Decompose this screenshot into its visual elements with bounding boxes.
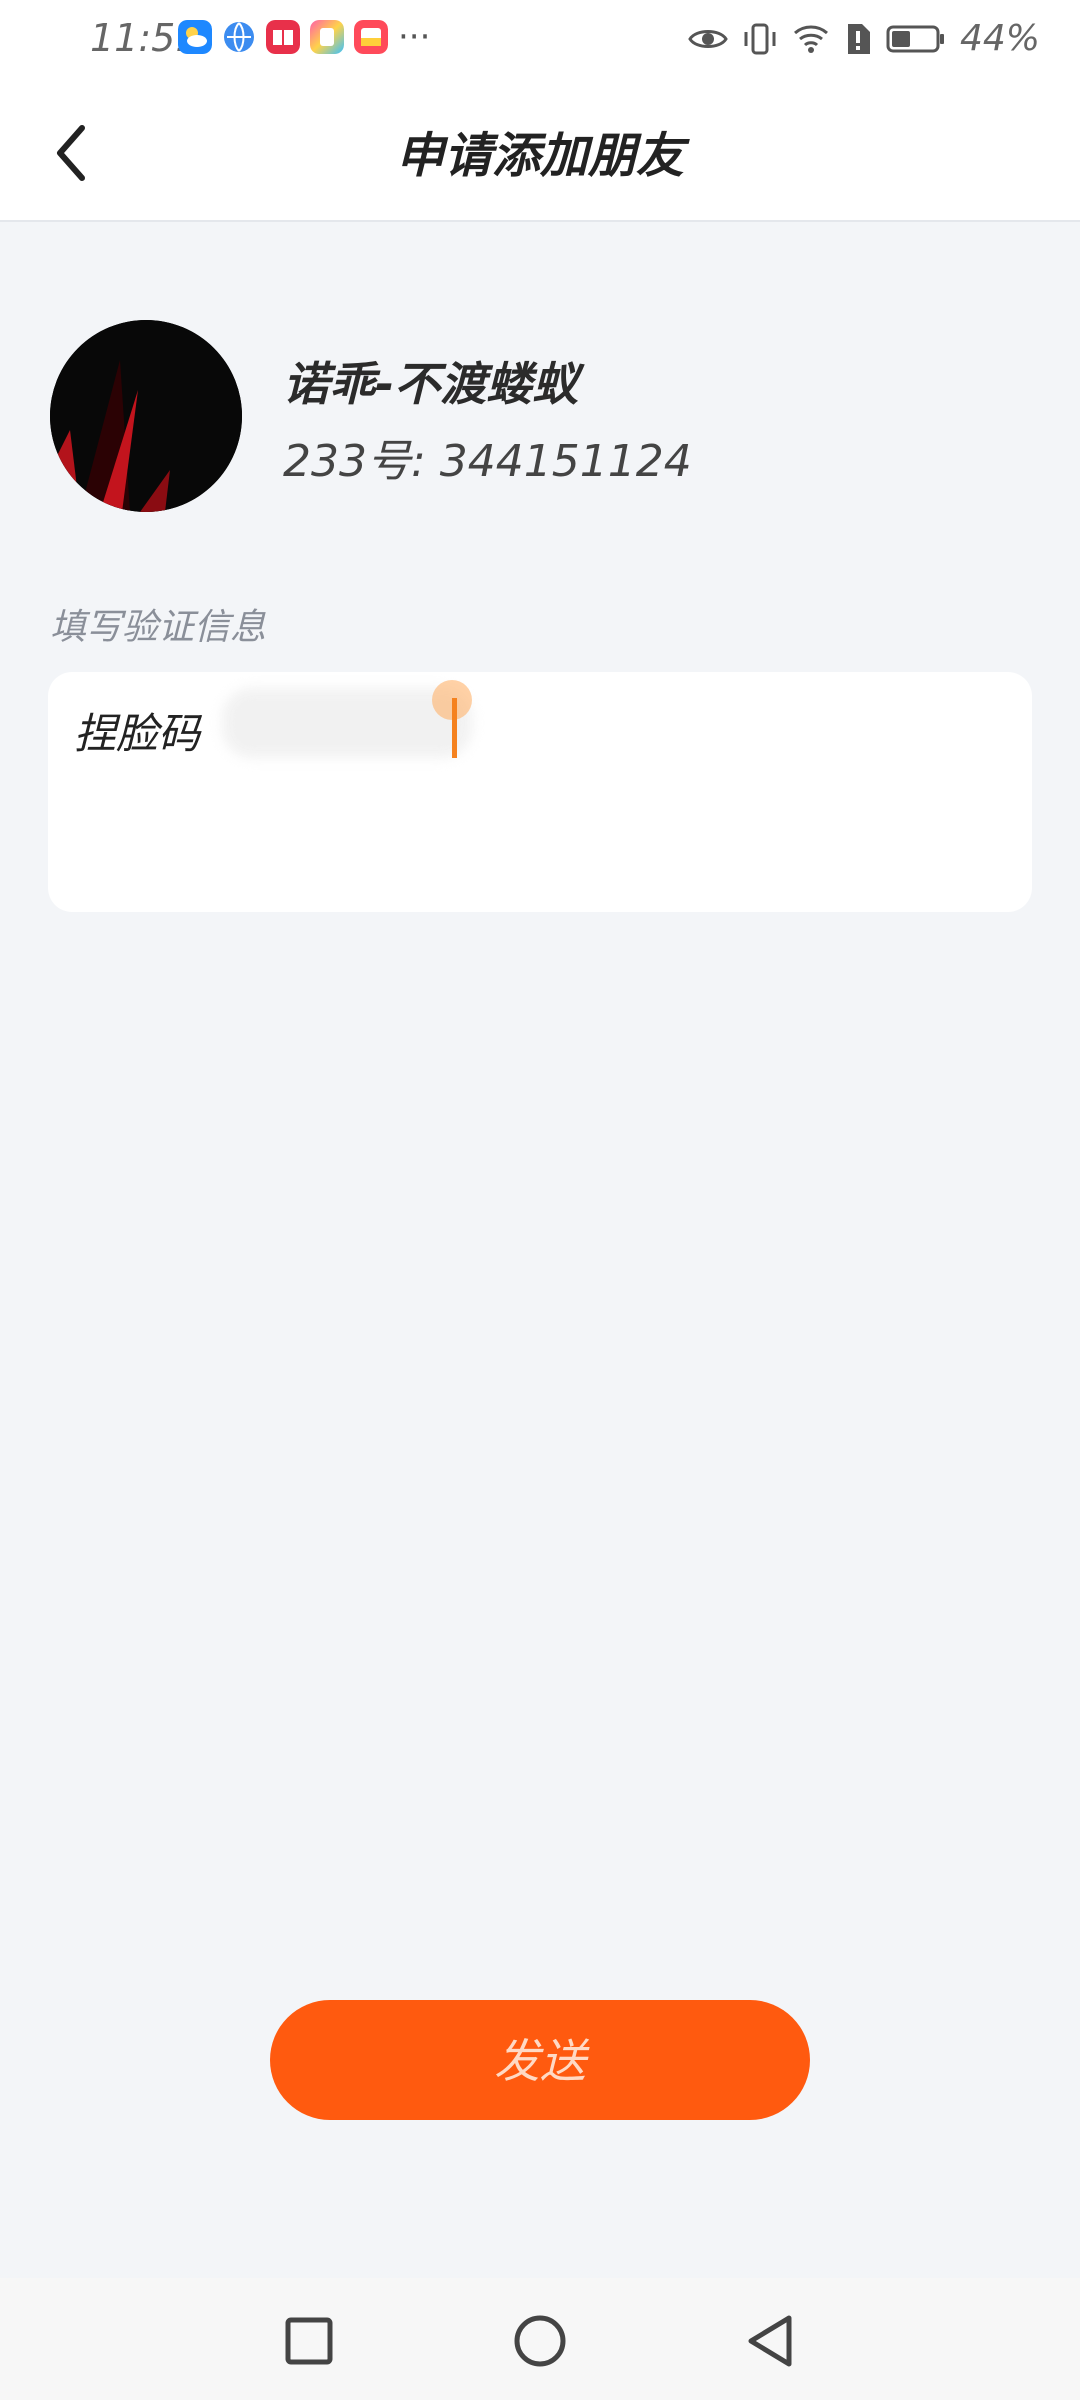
wifi-icon: [793, 25, 828, 53]
battery-percent: 44%: [959, 18, 1040, 59]
book-icon: [266, 20, 300, 54]
avatar[interactable]: [50, 320, 242, 512]
status-bar: 11:51 ··· 44%: [0, 0, 1080, 80]
user-name: 诺乖-不渡蝼蚁: [283, 357, 579, 411]
send-button[interactable]: 发送: [270, 2000, 810, 2120]
verification-text: 捏脸码: [74, 709, 201, 758]
eye-icon: [688, 29, 728, 48]
back-nav-icon[interactable]: [735, 2306, 805, 2376]
more-notifications: ···: [398, 17, 431, 57]
profile-card: 诺乖-不渡蝼蚁 233号: 344151124: [50, 320, 1030, 520]
vibrate-icon: [744, 23, 776, 54]
notification-icons: ···: [178, 20, 430, 54]
notes-icon: [354, 20, 388, 54]
recent-apps-icon[interactable]: [274, 2306, 344, 2376]
battery-icon: [886, 25, 944, 52]
weather-icon: [178, 20, 212, 54]
system-nav-bar: [0, 2278, 1080, 2400]
status-right: 44%: [688, 18, 1040, 59]
app-header: 申请添加朋友: [0, 80, 1080, 222]
verification-label: 填写验证信息: [50, 607, 267, 648]
page-title: 申请添加朋友: [395, 128, 684, 184]
verification-input[interactable]: 捏脸码: [48, 672, 1032, 912]
text-cursor: [452, 698, 457, 758]
browser-icon: [224, 22, 254, 52]
home-icon[interactable]: [505, 2306, 575, 2376]
avatar-image: [50, 320, 242, 512]
assistant-icon: [310, 20, 344, 54]
sim-alert-icon: [847, 23, 870, 54]
user-id: 233号: 344151124: [283, 436, 692, 487]
